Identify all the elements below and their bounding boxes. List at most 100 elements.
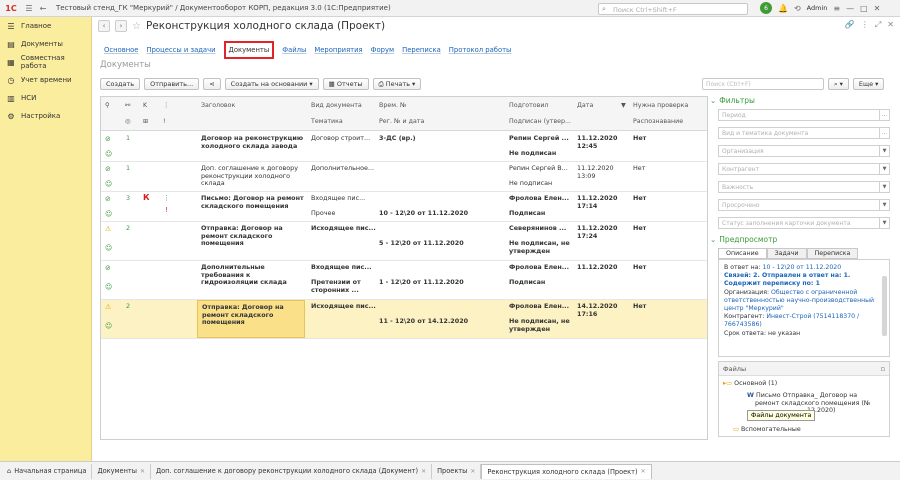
table-row[interactable]: ⊘ 3 К ⋮ ! ☺ Письмо: Договор на ремонт ск… — [101, 192, 707, 222]
filter-period[interactable]: Период… — [718, 109, 890, 121]
close-icon[interactable]: ✕ — [641, 468, 646, 475]
in-reply-link[interactable]: 10 - 12\20 от 11.12.2020 — [763, 264, 842, 271]
file-add-icon[interactable]: ▫ — [881, 365, 885, 373]
table-row-selected[interactable]: ⚠ 2 ☺ Отправка: Договор на ремонт складс… — [101, 300, 707, 339]
search-button[interactable]: ⌕ ▾ — [828, 78, 849, 90]
global-search-input[interactable]: ⌕ Поиск Ctrl+Shift+F — [598, 3, 748, 15]
back-icon[interactable]: ← — [36, 4, 50, 13]
bottom-tab-agreement[interactable]: Доп. соглашение к договору реконструкции… — [151, 463, 433, 479]
close-icon[interactable]: ✕ — [874, 4, 881, 13]
col-date[interactable]: Дата — [577, 102, 593, 109]
user-name[interactable]: Admin — [807, 4, 828, 12]
bell-icon[interactable]: 🔔 — [778, 4, 788, 13]
col-prepared[interactable]: Подготовил — [509, 102, 548, 109]
tab-forum[interactable]: Форум — [371, 44, 394, 56]
table-row[interactable]: ⊘ 1 ☺ Доп. соглашение к договору реконст… — [101, 162, 707, 192]
sidebar-item-time[interactable]: ◷ Учет времени — [0, 71, 91, 89]
star-icon[interactable]: ☆ — [132, 21, 141, 32]
filters-header[interactable]: ⌄ Фильтры — [710, 96, 896, 105]
links-summary[interactable]: Связей: 2. Отправлен в ответ на: 1. Соде… — [724, 272, 879, 288]
close-icon[interactable]: ✕ — [140, 468, 145, 475]
tab-processes[interactable]: Процессы и задачи — [146, 44, 215, 56]
bottom-tab-projects[interactable]: Проекты ✕ — [432, 463, 482, 479]
forward-button[interactable]: › — [115, 20, 127, 32]
tab-log[interactable]: Протокол работы — [449, 44, 512, 56]
filter-card-status[interactable]: Статус заполнения карточки документа ▼ — [718, 217, 890, 229]
tab-correspondence[interactable]: Переписка — [402, 44, 441, 56]
col-reg[interactable]: Рег. № и дата — [379, 118, 424, 125]
status-col-icon[interactable]: ◎ — [125, 118, 131, 125]
chevron-down-icon[interactable]: ▼ — [879, 182, 889, 192]
col-need-check[interactable]: Нужна проверка — [633, 102, 688, 109]
bottom-tab-documents[interactable]: Документы ✕ — [92, 463, 151, 479]
temporal-number: 3-ДС (вр.) — [379, 134, 416, 142]
scrollbar[interactable] — [882, 276, 887, 336]
reports-button[interactable]: ▦ Отчеты — [322, 78, 369, 90]
tab-files[interactable]: Файлы — [282, 44, 306, 56]
maximize-icon[interactable]: □ — [860, 4, 868, 13]
tab-main[interactable]: Основное — [104, 44, 138, 56]
close-icon[interactable]: ✕ — [421, 468, 426, 475]
folder-main[interactable]: ▸▭ Основной (1) — [723, 380, 777, 387]
chevron-down-icon[interactable]: ▼ — [879, 146, 889, 156]
send-button[interactable]: Отправить... — [144, 78, 200, 90]
col-temporal[interactable]: Врем. № — [379, 102, 407, 109]
filter-importance[interactable]: Важность ▼ — [718, 181, 890, 193]
col-recognition[interactable]: Распознавание — [633, 118, 683, 125]
col-topic[interactable]: Тематика — [311, 118, 343, 125]
close-icon[interactable]: ✕ — [470, 468, 475, 475]
link-icon[interactable]: 🔗 — [845, 20, 855, 30]
menu-icon[interactable]: ☰ — [22, 4, 36, 13]
create-button[interactable]: Создать — [100, 78, 141, 90]
route-col-icon[interactable]: ⋮ — [163, 102, 169, 109]
grid-col-icon[interactable]: ⊞ — [143, 118, 148, 125]
tab-documents[interactable]: Документы — [223, 41, 275, 59]
ellipsis-icon[interactable]: … — [879, 128, 889, 138]
history-icon[interactable]: ⟲ — [794, 4, 801, 13]
sort-icon[interactable]: ▼ — [621, 102, 626, 109]
sidebar-item-documents[interactable]: ▤ Документы — [0, 35, 91, 53]
folder-aux[interactable]: ▭ Вспомогательные — [733, 426, 801, 433]
sidebar-item-settings[interactable]: ⚙ Настройка — [0, 107, 91, 125]
table-search-input[interactable]: Поиск (Ctrl+F) — [702, 78, 824, 90]
minimize-icon[interactable]: — — [846, 4, 854, 13]
close-form-icon[interactable]: ✕ — [887, 20, 894, 30]
ellipsis-icon[interactable]: … — [879, 110, 889, 120]
preview-header[interactable]: ⌄ Предпросмотр — [710, 235, 896, 244]
table-row[interactable]: ⚠ 2 ☺ Отправка: Договор на ремонт складс… — [101, 222, 707, 261]
chevron-down-icon[interactable]: ▼ — [879, 200, 889, 210]
tab-events[interactable]: Мероприятия — [314, 44, 362, 56]
filter-doc-type[interactable]: Вид и тематика документа… — [718, 127, 890, 139]
chevron-down-icon[interactable]: ▼ — [879, 164, 889, 174]
col-signed[interactable]: Подписан (утвер... — [509, 118, 571, 125]
link-col-icon[interactable]: ⚯ — [125, 102, 130, 109]
col-title[interactable]: Заголовок — [201, 102, 235, 109]
col-doc-type[interactable]: Вид документа — [311, 102, 362, 109]
important-col-icon[interactable]: ! — [163, 118, 166, 125]
filter-overdue[interactable]: Просрочено ▼ — [718, 199, 890, 211]
back-button[interactable]: ‹ — [98, 20, 110, 32]
sidebar-item-nsi[interactable]: ▥ НСИ — [0, 89, 91, 107]
more-icon[interactable]: ⋮ — [861, 20, 869, 30]
create-based-button[interactable]: Создать на основании ▾ — [224, 78, 319, 90]
sidebar-item-collaboration[interactable]: ▦ Совместная работа — [0, 53, 91, 71]
table-row[interactable]: ⊘ 1 ☺ Договор на реконструкцию холодного… — [101, 132, 707, 162]
table-row[interactable]: ⊘ ☺ Дополнительные требования к гидроизо… — [101, 261, 707, 300]
k-col-icon[interactable]: K — [143, 102, 147, 109]
sidebar-item-main[interactable]: ☰ Главное — [0, 17, 91, 35]
filter-contractor[interactable]: Контрагент ▼ — [718, 163, 890, 175]
bottom-tab-home[interactable]: ⌂ Начальная страница — [2, 463, 93, 479]
attachment-icon[interactable]: ⚲ — [105, 102, 110, 109]
tab-description[interactable]: Описание — [718, 248, 767, 259]
tab-tasks[interactable]: Задачи — [766, 248, 807, 259]
tab-correspondence[interactable]: Переписка — [806, 248, 859, 259]
settings-icon[interactable]: ≡ — [833, 4, 840, 13]
restore-icon[interactable]: ⤢ — [875, 20, 881, 30]
more-button[interactable]: Еще ▾ — [852, 78, 885, 90]
bottom-tab-project[interactable]: Реконструкция холодного склада (Проект) ✕ — [481, 463, 652, 479]
print-button[interactable]: ⎙ Печать ▾ — [372, 78, 422, 90]
share-button[interactable]: ⋖ — [203, 78, 221, 90]
chevron-down-icon[interactable]: ▼ — [879, 218, 889, 228]
notifications-badge[interactable]: 6 — [760, 2, 772, 14]
filter-organization[interactable]: Организация ▼ — [718, 145, 890, 157]
